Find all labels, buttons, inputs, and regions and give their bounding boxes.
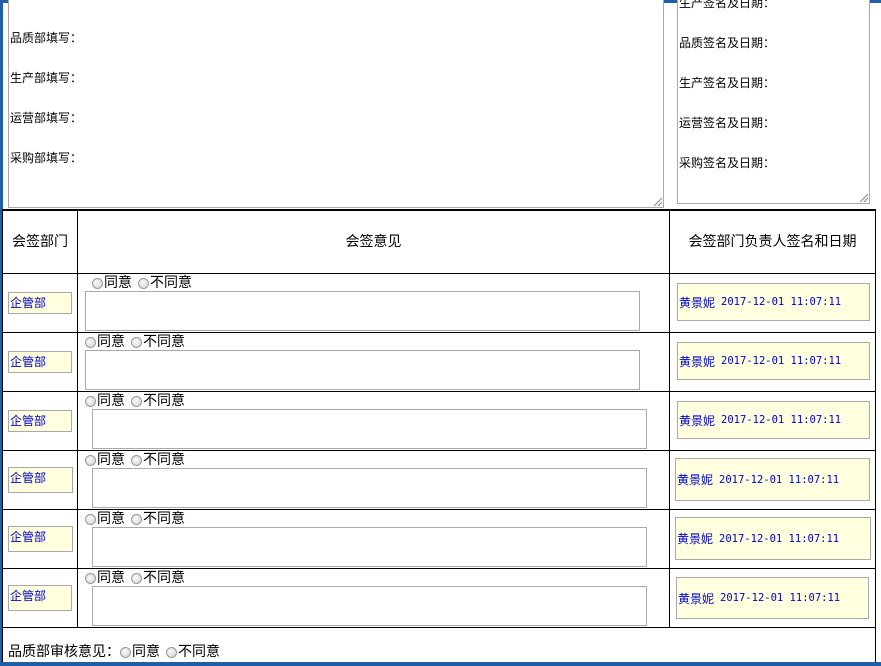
signer-time: 2017-12-01 11:07:11 <box>721 355 842 367</box>
disagree-label: 不同意 <box>143 511 185 527</box>
agree-label: 同意 <box>97 334 125 350</box>
agree-label: 同意 <box>97 511 125 527</box>
dept-field[interactable]: 企管部 <box>8 585 72 611</box>
agree-radio[interactable] <box>85 572 96 584</box>
disagree-radio[interactable] <box>166 646 177 658</box>
agree-radio[interactable] <box>120 646 131 658</box>
sign-line-production: 生产签名及日期： <box>679 0 776 10</box>
disagree-label: 不同意 <box>150 275 192 291</box>
table-left-border <box>2 209 3 628</box>
table-top-border <box>2 209 876 211</box>
dept-field[interactable]: 企管部 <box>8 292 72 314</box>
quality-review-label: 品质部审核意见： <box>8 644 120 660</box>
agree-label: 同意 <box>97 393 125 409</box>
resize-grip-icon[interactable] <box>860 194 868 202</box>
opinion-radio-group: 同意 不同意 <box>92 275 192 291</box>
signer-name: 黄景妮 <box>679 413 716 428</box>
fill-line-quality: 品质部填写： <box>10 31 83 45</box>
agree-label: 同意 <box>97 452 125 468</box>
signer-time: 2017-12-01 11:07:11 <box>719 473 840 486</box>
opinion-textarea[interactable] <box>92 527 647 567</box>
fill-line-operations: 运营部填写： <box>10 111 83 125</box>
sign-line-production-2: 生产签名及日期： <box>679 76 776 90</box>
signer-time: 2017-12-01 11:07:11 <box>719 532 840 545</box>
opinion-radio-group: 同意 不同意 <box>85 334 185 350</box>
disagree-label: 不同意 <box>143 334 185 350</box>
disagree-radio[interactable] <box>131 572 142 584</box>
opinion-radio-group: 同意 不同意 <box>85 393 185 409</box>
sign-line-purchasing: 采购签名及日期： <box>679 156 776 170</box>
agree-label: 同意 <box>104 275 132 291</box>
disagree-label: 不同意 <box>143 570 185 586</box>
table-bottom-border <box>2 627 876 628</box>
signer-name: 黄景妮 <box>677 473 714 487</box>
dept-field[interactable]: 企管部 <box>8 526 73 552</box>
signer-field[interactable]: 黄景妮 2017-12-01 11:07:11 <box>675 517 871 560</box>
sign-line-quality: 品质签名及日期： <box>679 36 776 50</box>
disagree-radio[interactable] <box>131 513 142 525</box>
signer-time: 2017-12-01 11:07:11 <box>720 592 841 604</box>
signer-field[interactable]: 黄景妮 2017-12-01 11:07:11 <box>675 458 870 501</box>
window-bottom-border <box>0 662 881 666</box>
agree-radio[interactable] <box>85 454 96 466</box>
opinion-textarea[interactable] <box>85 350 640 390</box>
disagree-radio[interactable] <box>138 277 149 289</box>
table-row-divider <box>2 568 876 569</box>
agree-radio[interactable] <box>92 277 103 289</box>
dept-field[interactable]: 企管部 <box>8 351 72 373</box>
disagree-radio[interactable] <box>131 454 142 466</box>
agree-label: 同意 <box>97 570 125 586</box>
dept-field[interactable]: 企管部 <box>8 410 72 432</box>
table-row-divider <box>2 391 876 392</box>
table-row-divider <box>2 273 876 274</box>
opinion-radio-group: 同意 不同意 <box>85 511 185 527</box>
opinion-textarea[interactable] <box>92 409 647 449</box>
signer-name: 黄景妮 <box>678 591 715 606</box>
signer-name: 黄景妮 <box>679 354 716 369</box>
disagree-radio[interactable] <box>131 336 142 348</box>
sign-line-operations: 运营签名及日期： <box>679 116 776 130</box>
table-col-divider <box>77 209 78 628</box>
opinion-textarea[interactable] <box>85 291 640 331</box>
fill-line-production: 生产部填写： <box>10 71 83 85</box>
opinion-radio-group: 同意 不同意 <box>85 570 185 586</box>
signer-field[interactable]: 黄景妮 2017-12-01 11:07:11 <box>677 283 870 321</box>
agree-label: 同意 <box>132 644 160 660</box>
signer-field[interactable]: 黄景妮 2017-12-01 11:07:11 <box>677 401 870 439</box>
department-fill-textarea[interactable]: 品质部填写： 生产部填写： 运营部填写： 采购部填写： <box>8 0 664 208</box>
signer-field[interactable]: 黄景妮 2017-12-01 11:07:11 <box>676 577 869 619</box>
disagree-radio[interactable] <box>131 395 142 407</box>
agree-radio[interactable] <box>85 336 96 348</box>
signer-name: 黄景妮 <box>677 532 714 546</box>
opinion-textarea[interactable] <box>92 586 647 626</box>
header-dept: 会签部门 <box>12 234 68 250</box>
signature-textarea[interactable]: 生产签名及日期： 品质签名及日期： 生产签名及日期： 运营签名及日期： 采购签名… <box>677 0 870 204</box>
signer-name: 黄景妮 <box>679 295 716 310</box>
signer-field[interactable]: 黄景妮 2017-12-01 11:07:11 <box>677 342 870 380</box>
opinion-radio-group: 同意 不同意 <box>85 452 185 468</box>
fill-line-purchasing: 采购部填写： <box>10 151 83 165</box>
agree-radio[interactable] <box>85 513 96 525</box>
agree-radio[interactable] <box>85 395 96 407</box>
disagree-label: 不同意 <box>143 452 185 468</box>
disagree-label: 不同意 <box>178 644 220 660</box>
header-opinion: 会签意见 <box>345 234 402 250</box>
opinion-textarea[interactable] <box>92 468 647 508</box>
table-row-divider <box>2 332 876 333</box>
resize-grip-icon[interactable] <box>654 198 662 206</box>
signer-time: 2017-12-01 11:07:11 <box>721 296 842 308</box>
header-signer: 会签部门负责人签名和日期 <box>688 234 857 250</box>
table-row-divider <box>2 509 876 510</box>
table-right-border <box>875 209 876 666</box>
table-row-divider <box>2 450 876 451</box>
signer-time: 2017-12-01 11:07:11 <box>721 414 842 426</box>
quality-review-row: 品质部审核意见： 同意 不同意 <box>8 643 220 661</box>
dept-field[interactable]: 企管部 <box>8 467 73 493</box>
disagree-label: 不同意 <box>143 393 185 409</box>
table-left-border <box>2 627 3 663</box>
table-col-divider <box>669 209 670 628</box>
